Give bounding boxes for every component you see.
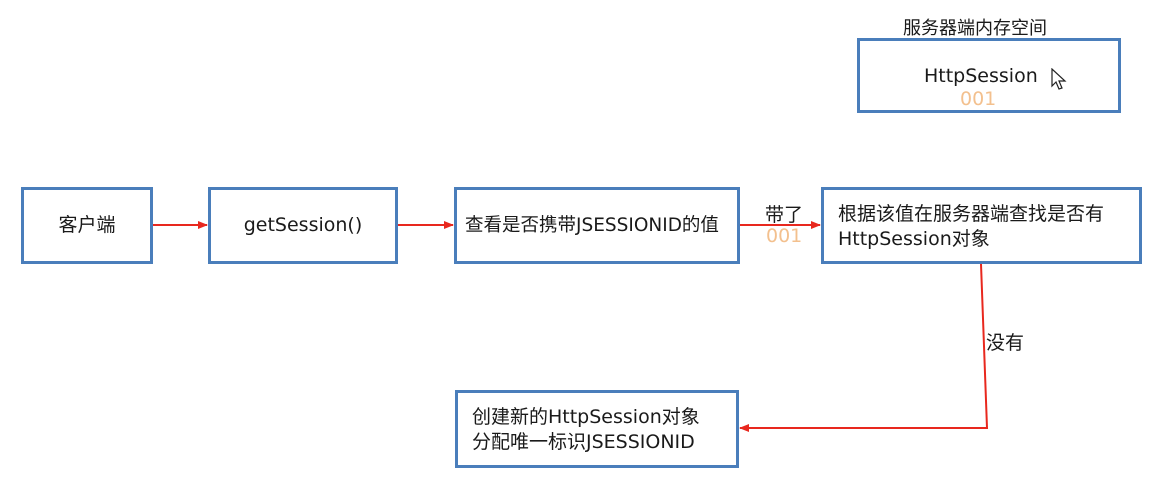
flow-arrows — [153, 221, 989, 432]
arrow-lookup-to-create — [739, 263, 989, 432]
